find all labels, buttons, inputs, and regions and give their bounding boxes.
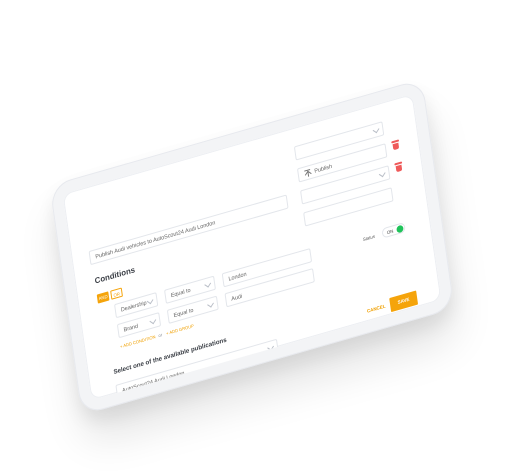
save-button[interactable]: SAVE xyxy=(389,290,419,313)
status-toggle[interactable]: ON xyxy=(381,222,406,239)
chevron-down-icon xyxy=(149,317,157,325)
tablet-screen: Publish Publish Audi vehicles to AutoSco… xyxy=(62,93,442,401)
condition-field-value: Dealership xyxy=(120,300,148,314)
publication-select-value: AutoScout24 Audi London xyxy=(121,370,185,395)
publication-name-value: Publish Audi vehicles to AutoScout24 Aud… xyxy=(95,220,216,261)
or-toggle[interactable]: OR xyxy=(110,287,123,300)
publish-upload-icon xyxy=(304,168,312,178)
condition-value-text: Audi xyxy=(230,293,243,303)
condition-operator-value: Equal to xyxy=(170,287,192,300)
chevron-down-icon xyxy=(146,297,154,305)
cancel-button[interactable]: CANCEL xyxy=(367,304,386,314)
chevron-down-icon xyxy=(204,280,212,288)
or-separator: or xyxy=(158,332,163,339)
publication-form: Publish Publish Audi vehicles to AutoSco… xyxy=(82,115,419,399)
chevron-down-icon xyxy=(267,343,274,351)
condition-field-value: Brand xyxy=(123,323,139,334)
chevron-down-icon xyxy=(378,170,386,178)
conditions-title: Conditions xyxy=(94,265,136,286)
status-label: Status xyxy=(362,233,376,243)
status-value: ON xyxy=(386,228,394,236)
tablet-device: Publish Publish Audi vehicles to AutoSco… xyxy=(49,78,455,416)
condition-value-text: London xyxy=(228,271,247,283)
publication-name-input[interactable]: Publish Audi vehicles to AutoScout24 Aud… xyxy=(88,194,289,266)
status-indicator xyxy=(396,224,404,234)
add-group-link[interactable]: + ADD GROUP xyxy=(166,323,194,336)
publish-button-label: Publish xyxy=(314,163,333,175)
chevron-down-icon xyxy=(372,126,380,134)
trash-icon[interactable] xyxy=(394,161,403,173)
and-toggle[interactable]: AND xyxy=(96,291,110,304)
trash-icon[interactable] xyxy=(391,139,400,151)
stage: Publish Publish Audi vehicles to AutoSco… xyxy=(0,0,505,475)
chevron-down-icon xyxy=(207,300,214,308)
condition-operator-value: Equal to xyxy=(173,307,194,320)
